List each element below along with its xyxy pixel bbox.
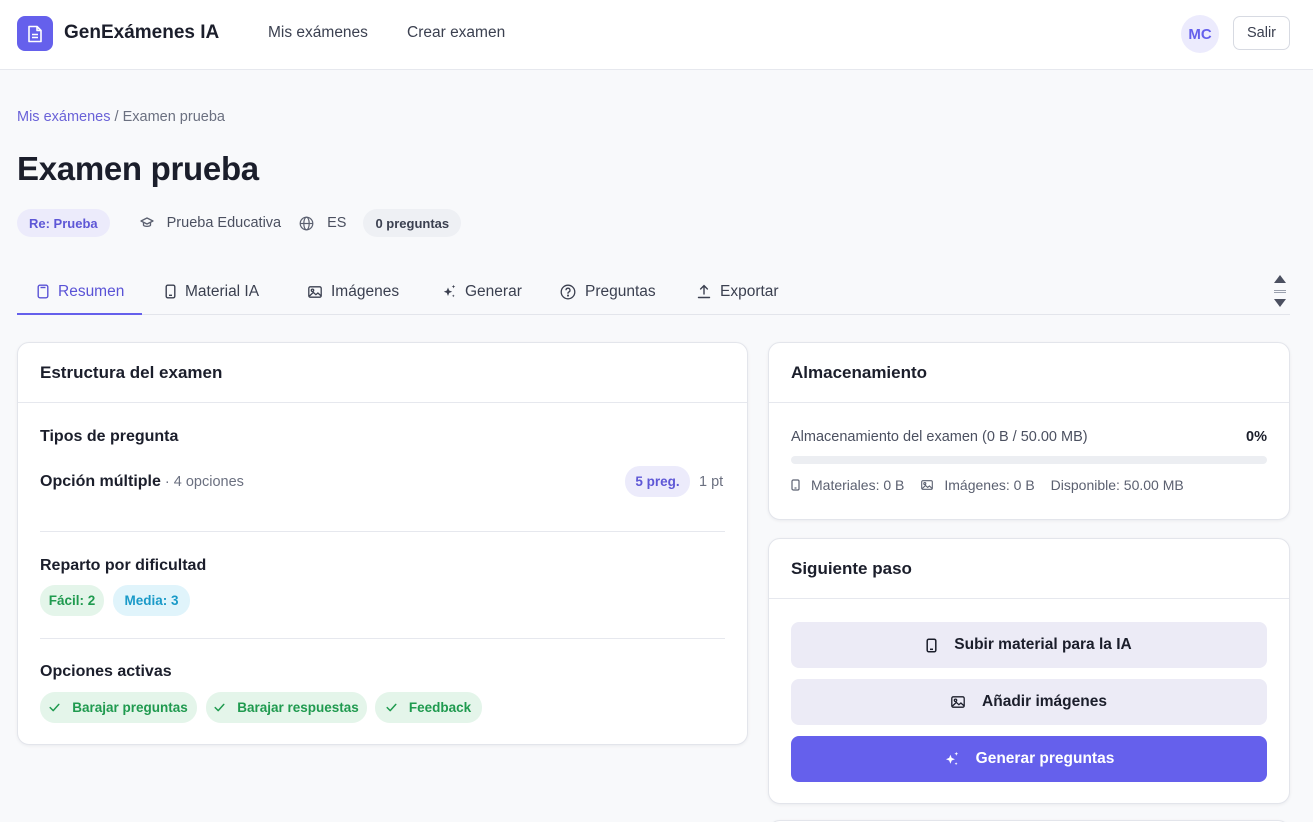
tab-questions[interactable]: Preguntas — [560, 268, 656, 315]
nav-create-exam[interactable]: Crear examen — [407, 24, 505, 42]
device-icon — [926, 637, 937, 653]
exam-tabs: Resumen Material IA Imágenes Generar Pre… — [17, 268, 1290, 315]
image-icon — [951, 696, 965, 708]
next-step-card: Siguiente paso Subir material para la IA… — [768, 538, 1290, 804]
option-feedback-label: Feedback — [408, 700, 472, 715]
tab-summary[interactable]: Resumen — [37, 268, 124, 315]
question-circle-icon — [560, 284, 576, 299]
exam-tag-badge: Re: Prueba — [17, 209, 110, 237]
option-shuffle-answers-badge: Barajar respuestas — [206, 692, 367, 723]
breadcrumb-separator: / — [110, 109, 123, 125]
file-icon — [37, 284, 49, 299]
storage-progress-bar — [791, 456, 1267, 464]
tab-images[interactable]: Imágenes — [308, 268, 399, 315]
section-divider — [40, 531, 725, 532]
tab-scroll-control[interactable] — [1271, 270, 1289, 312]
breadcrumb: Mis exámenes / Examen prueba — [17, 109, 225, 125]
generate-questions-label: Generar preguntas — [975, 750, 1115, 767]
question-type-row: Opción múltiple · 4 opciones — [40, 473, 244, 491]
check-icon — [49, 703, 60, 712]
upload-icon — [697, 284, 711, 299]
user-avatar[interactable]: MC — [1181, 15, 1219, 53]
tab-summary-label: Resumen — [58, 282, 125, 300]
exam-meta: Re: Prueba Prueba Educativa ES 0 pregunt… — [17, 208, 462, 238]
question-count-badge: 0 preguntas — [363, 209, 462, 237]
option-shuffle-questions-label: Barajar preguntas — [72, 700, 188, 715]
exam-structure-title: Estructura del examen — [18, 343, 747, 403]
tab-ai-material[interactable]: Material IA — [165, 268, 259, 315]
storage-breakdown: Materiales: 0 B Imágenes: 0 B Disponible… — [791, 477, 1184, 493]
tab-generate-label: Generar — [465, 282, 522, 300]
app-name[interactable]: GenExámenes IA — [64, 22, 219, 44]
exam-language: ES — [299, 215, 346, 231]
breadcrumb-current: Examen prueba — [122, 109, 225, 125]
question-type-detail: · 4 opciones — [160, 474, 244, 490]
difficulty-easy-badge: Fácil: 2 — [40, 585, 104, 616]
exam-structure-card: Estructura del examen Tipos de pregunta … — [17, 342, 748, 745]
nav-my-exams[interactable]: Mis exámenes — [268, 24, 368, 42]
upload-material-button[interactable]: Subir material para la IA — [791, 622, 1267, 668]
active-tab-indicator — [17, 313, 142, 315]
generate-questions-button[interactable]: Generar preguntas — [791, 736, 1267, 782]
device-icon — [165, 284, 176, 299]
add-images-button[interactable]: Añadir imágenes — [791, 679, 1267, 725]
active-options-title: Opciones activas — [40, 663, 172, 680]
scroll-arrows-icon — [1274, 275, 1286, 307]
image-icon — [921, 480, 934, 490]
storage-materials: Materiales: 0 B — [791, 477, 904, 493]
tab-export-label: Exportar — [720, 282, 779, 300]
upload-material-label: Subir material para la IA — [954, 636, 1132, 653]
question-types-title: Tipos de pregunta — [40, 428, 179, 445]
tab-images-label: Imágenes — [331, 282, 400, 300]
storage-available-label: Disponible: 50.00 MB — [1050, 477, 1184, 493]
section-divider — [40, 638, 725, 639]
storage-usage-percent: 0% — [1246, 429, 1267, 445]
option-shuffle-answers-label: Barajar respuestas — [237, 700, 359, 715]
exam-category: Prueba Educativa — [139, 215, 282, 231]
exam-category-label: Prueba Educativa — [166, 215, 282, 231]
storage-images: Imágenes: 0 B — [921, 477, 1035, 493]
check-icon — [214, 703, 225, 712]
storage-materials-label: Materiales: 0 B — [811, 477, 905, 493]
tab-export[interactable]: Exportar — [697, 268, 779, 315]
check-icon — [386, 703, 397, 712]
storage-title: Almacenamiento — [769, 343, 1289, 403]
breadcrumb-link-my-exams[interactable]: Mis exámenes — [17, 109, 110, 125]
exam-language-label: ES — [327, 215, 347, 231]
storage-card: Almacenamiento Almacenamiento del examen… — [768, 342, 1290, 520]
app-logo[interactable] — [17, 16, 53, 51]
device-icon — [791, 479, 800, 491]
option-feedback-badge: Feedback — [375, 692, 482, 723]
option-shuffle-questions-badge: Barajar preguntas — [40, 692, 197, 723]
top-navbar: GenExámenes IA Mis exámenes Crear examen… — [0, 0, 1313, 70]
tab-ai-material-label: Material IA — [185, 282, 260, 300]
question-type-name: Opción múltiple — [40, 473, 161, 490]
question-type-count-badge: 5 preg. — [625, 466, 690, 497]
globe-icon — [299, 216, 314, 230]
sparkles-icon — [945, 751, 958, 766]
storage-images-label: Imágenes: 0 B — [944, 477, 1035, 493]
document-icon — [28, 25, 42, 42]
logout-button[interactable]: Salir — [1233, 16, 1290, 50]
question-type-points: 1 pt — [699, 474, 724, 490]
graduation-cap-icon — [139, 217, 154, 227]
image-icon — [308, 285, 322, 298]
add-images-label: Añadir imágenes — [982, 693, 1107, 710]
tab-generate[interactable]: Generar — [442, 268, 522, 315]
difficulty-title: Reparto por dificultad — [40, 557, 207, 574]
sparkles-icon — [443, 284, 456, 298]
page-title: Examen prueba — [17, 150, 259, 187]
storage-usage-label: Almacenamiento del examen (0 B / 50.00 M… — [791, 429, 1088, 445]
difficulty-medium-badge: Media: 3 — [113, 585, 190, 616]
tab-questions-label: Preguntas — [585, 282, 656, 300]
storage-available: Disponible: 50.00 MB — [1051, 477, 1184, 493]
next-step-title: Siguiente paso — [769, 539, 1289, 599]
